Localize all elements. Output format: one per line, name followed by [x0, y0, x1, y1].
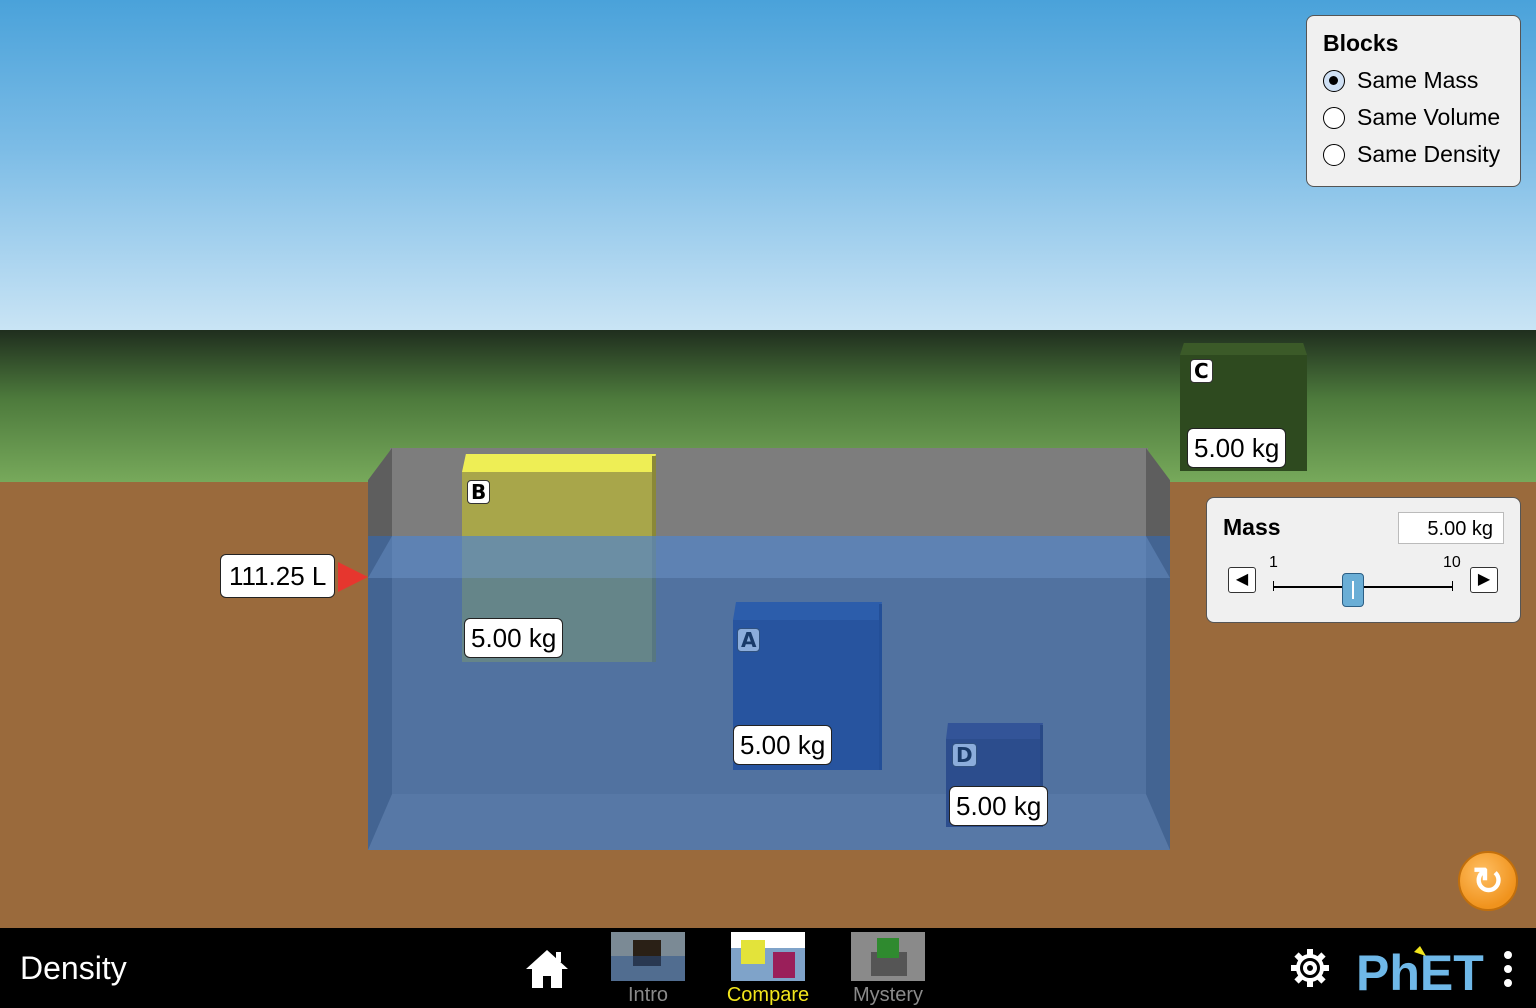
- reset-all-button[interactable]: ↻: [1458, 851, 1518, 911]
- home-icon: [526, 950, 568, 988]
- radio-button-selected[interactable]: [1323, 69, 1345, 92]
- navigation-bar: Density Intro Compare Mystery PhET: [0, 928, 1536, 1008]
- block-b-mass-label: 5.00 kg: [464, 618, 564, 658]
- tab-mystery[interactable]: Mystery: [843, 928, 933, 1008]
- volume-marker-arrow: [338, 562, 368, 592]
- blocks-panel: Blocks Same Mass Same Volume Same Densit…: [1306, 15, 1521, 187]
- sim-scene: B A D C 5.00 kg 5.00 kg 5.00 kg 5.00 kg …: [0, 0, 1536, 928]
- settings-button[interactable]: [1288, 946, 1332, 990]
- mass-increment-button[interactable]: ▶: [1470, 567, 1498, 593]
- water: [368, 536, 1170, 850]
- block-a-mass-label: 5.00 kg: [733, 725, 833, 765]
- slider-max-label: 10: [1443, 554, 1461, 571]
- mass-panel: Mass 5.00 kg ◀ ▶ 1 10: [1206, 497, 1521, 623]
- radio-label: Same Volume: [1357, 104, 1501, 130]
- block-d-mass-label: 5.00 kg: [949, 786, 1049, 826]
- triangle-left-icon: ◀: [1235, 571, 1249, 588]
- phet-logo[interactable]: PhET: [1356, 942, 1486, 998]
- reset-icon: ↻: [1472, 860, 1504, 903]
- radio-same-mass[interactable]: Same Mass: [1323, 67, 1504, 94]
- tab-compare-label: Compare: [726, 984, 810, 1006]
- mass-slider-thumb[interactable]: [1342, 573, 1364, 607]
- radio-same-volume[interactable]: Same Volume: [1323, 104, 1504, 131]
- intro-screen-icon: [611, 932, 685, 981]
- gear-icon: [1291, 949, 1329, 987]
- water-surface: [368, 536, 1170, 578]
- compare-screen-icon: [731, 932, 805, 981]
- radio-button[interactable]: [1323, 106, 1345, 129]
- block-c-letter: C: [1190, 359, 1213, 383]
- radio-button[interactable]: [1323, 143, 1345, 166]
- home-button[interactable]: [524, 946, 570, 992]
- mystery-screen-icon: [851, 932, 925, 981]
- options-menu-button[interactable]: [1498, 948, 1518, 990]
- radio-same-density[interactable]: Same Density: [1323, 141, 1504, 168]
- mass-value-display: 5.00 kg: [1398, 512, 1504, 544]
- slider-min-label: 1: [1269, 554, 1278, 571]
- tab-intro-label: Intro: [627, 984, 669, 1006]
- volume-readout: 111.25 L: [220, 554, 336, 598]
- tab-intro[interactable]: Intro: [603, 928, 693, 1008]
- block-c-mass-label: 5.00 kg: [1187, 428, 1287, 468]
- sim-title: Density: [20, 950, 127, 986]
- triangle-right-icon: ▶: [1477, 571, 1491, 588]
- radio-label: Same Mass: [1357, 67, 1479, 93]
- mass-decrement-button[interactable]: ◀: [1228, 567, 1256, 593]
- radio-label: Same Density: [1357, 141, 1501, 167]
- blocks-panel-title: Blocks: [1323, 30, 1399, 56]
- tab-compare[interactable]: Compare: [723, 928, 813, 1008]
- block-b-letter: B: [467, 480, 491, 504]
- tab-mystery-label: Mystery: [853, 984, 923, 1006]
